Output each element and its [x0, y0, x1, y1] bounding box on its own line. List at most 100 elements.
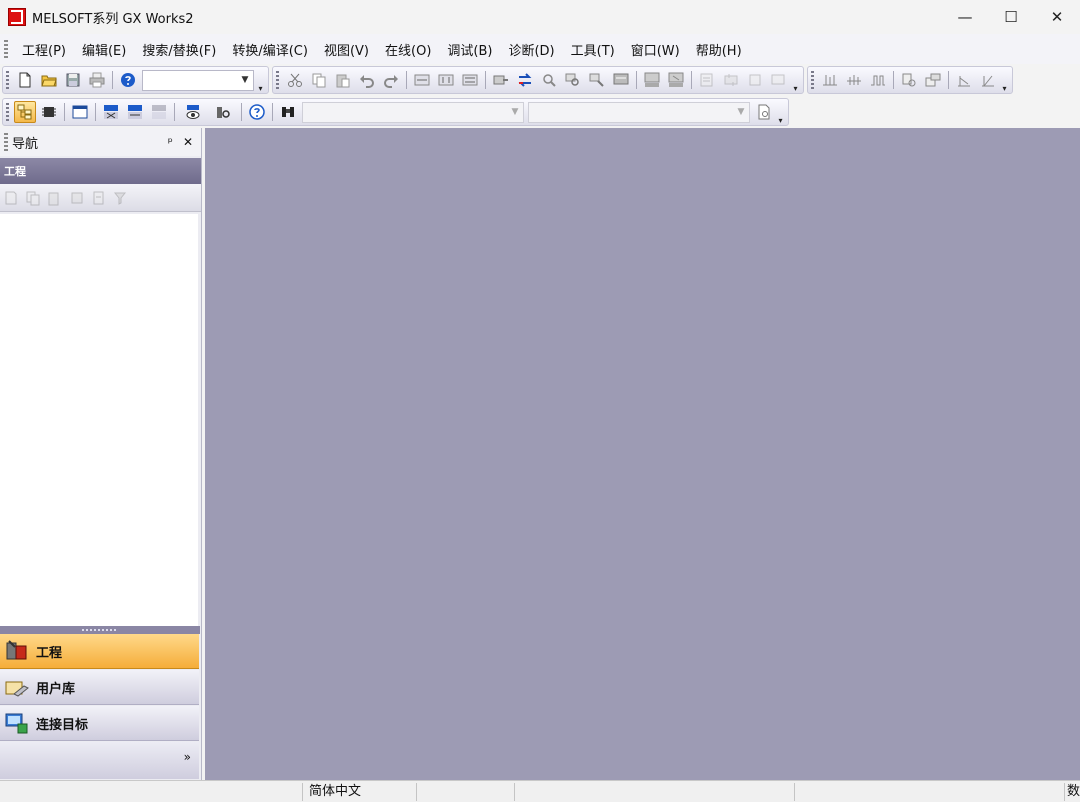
toolbar-overflow-button[interactable]: ▾: [1000, 67, 1009, 93]
comment-3-button[interactable]: [744, 69, 766, 91]
menu-find-replace[interactable]: 搜索/替换(F): [134, 40, 224, 59]
ladder-tool-2-button[interactable]: [435, 69, 457, 91]
watch-button[interactable]: [179, 101, 207, 123]
function-selector[interactable]: ▼: [528, 101, 750, 123]
dev-write-button[interactable]: [100, 101, 122, 123]
ladder-edit-2-button[interactable]: [977, 69, 999, 91]
ladder-edit-1-button[interactable]: [953, 69, 975, 91]
expand-chevron-icon[interactable]: »: [184, 750, 191, 764]
module-button[interactable]: [38, 101, 60, 123]
comment-1-button[interactable]: [696, 69, 718, 91]
connection-target-icon: [5, 713, 28, 734]
ladder-replace-button[interactable]: [922, 69, 944, 91]
watch-eye-icon: [186, 105, 200, 119]
search-device-icon: [543, 74, 556, 87]
toolbar-grip[interactable]: [276, 71, 279, 89]
cut-button[interactable]: [284, 69, 306, 91]
maximize-button[interactable]: ☐: [988, 0, 1034, 34]
undo-button[interactable]: [356, 69, 378, 91]
project-tree[interactable]: [0, 214, 198, 626]
browse-button[interactable]: [753, 101, 775, 123]
menu-tools[interactable]: 工具(T): [563, 40, 623, 59]
paste-button[interactable]: [332, 69, 354, 91]
menu-grip[interactable]: [4, 40, 8, 58]
mdi-workspace[interactable]: [205, 128, 1080, 780]
menu-compile[interactable]: 转换/编译(C): [224, 40, 316, 59]
nav-copy-icon[interactable]: [25, 190, 41, 206]
program-selector[interactable]: ▼: [302, 101, 524, 123]
menu-window[interactable]: 窗口(W): [623, 40, 688, 59]
swap-arrows-icon: [518, 73, 532, 87]
nav-duplicate-icon[interactable]: [69, 190, 85, 206]
toolbar-overflow-button[interactable]: ▾: [791, 67, 800, 93]
device-search-button[interactable]: [209, 101, 237, 123]
search-4-button[interactable]: [610, 69, 632, 91]
undo-icon: [360, 75, 374, 88]
nav-grip[interactable]: [4, 133, 8, 151]
new-button[interactable]: [14, 69, 36, 91]
transfer-1-button[interactable]: [490, 69, 512, 91]
nav-filter-icon[interactable]: [113, 190, 129, 206]
dev-monitor-button[interactable]: [148, 101, 170, 123]
help-button[interactable]: [117, 69, 139, 91]
menu-debug[interactable]: 调试(B): [439, 40, 500, 59]
nav-tab-overflow[interactable]: »: [0, 742, 199, 779]
nav-paste-icon[interactable]: [47, 190, 63, 206]
nav-tab-label: 连接目标: [36, 717, 89, 733]
toolbar-combo[interactable]: ▼: [142, 69, 254, 91]
menu-view[interactable]: 视图(V): [316, 40, 377, 59]
find-button[interactable]: [277, 101, 299, 123]
window-button[interactable]: [69, 101, 91, 123]
toolbar-grip[interactable]: [6, 71, 9, 89]
toolbar-grip[interactable]: [6, 103, 9, 121]
comment-4-button[interactable]: [768, 69, 790, 91]
combo-dropdown-icon[interactable]: ▼: [507, 103, 523, 122]
pin-icon[interactable]: ᵖ: [168, 135, 173, 149]
ladder-pulse-button[interactable]: [867, 69, 889, 91]
nav-close-icon[interactable]: ✕: [183, 135, 193, 149]
open-button[interactable]: [38, 69, 60, 91]
copy-button[interactable]: [308, 69, 330, 91]
nav-property-icon[interactable]: [91, 190, 107, 206]
status-num-lock: 数: [1064, 783, 1080, 801]
close-button[interactable]: ✕: [1034, 0, 1080, 34]
search-3-button[interactable]: [586, 69, 608, 91]
toolbar-grip[interactable]: [811, 71, 814, 89]
nav-tab-user-library[interactable]: 用户库: [0, 670, 199, 705]
menu-project[interactable]: 工程(P): [14, 40, 74, 59]
ladder-tool-1-button[interactable]: [411, 69, 433, 91]
menu-edit[interactable]: 编辑(E): [74, 40, 134, 59]
nav-splitter[interactable]: [0, 626, 200, 634]
combo-dropdown-icon[interactable]: ▼: [733, 103, 749, 122]
dev-2-button[interactable]: [665, 69, 687, 91]
combo-dropdown-icon[interactable]: ▼: [237, 71, 253, 90]
ladder-contact-icon: [823, 75, 837, 86]
help-icon: [121, 73, 135, 87]
window-title: MELSOFT系列 GX Works2: [32, 11, 194, 27]
dev-1-button[interactable]: [641, 69, 663, 91]
project-tree-button[interactable]: [14, 101, 36, 123]
transfer-2-button[interactable]: [514, 69, 536, 91]
comment-2-button[interactable]: [720, 69, 742, 91]
toolbar-overflow-button[interactable]: ▾: [256, 67, 265, 93]
new-data-icon[interactable]: [3, 190, 19, 206]
save-button[interactable]: [62, 69, 84, 91]
ladder-find-button[interactable]: [898, 69, 920, 91]
nav-tab-connection[interactable]: 连接目标: [0, 706, 199, 741]
ladder-tool-3-button[interactable]: [459, 69, 481, 91]
minimize-button[interactable]: —: [942, 0, 988, 34]
ladder-contact-button[interactable]: [819, 69, 841, 91]
search-2-button[interactable]: [562, 69, 584, 91]
print-button[interactable]: [86, 69, 108, 91]
menu-help[interactable]: 帮助(H): [688, 40, 750, 59]
context-help-button[interactable]: [246, 101, 268, 123]
search-1-button[interactable]: [538, 69, 560, 91]
status-language: 简体中文: [302, 783, 416, 801]
dev-read-button[interactable]: [124, 101, 146, 123]
menu-diagnostics[interactable]: 诊断(D): [500, 40, 562, 59]
nav-tab-project[interactable]: 工程: [0, 634, 199, 669]
redo-button[interactable]: [380, 69, 402, 91]
toolbar-overflow-button[interactable]: ▾: [776, 99, 785, 125]
ladder-branch-button[interactable]: [843, 69, 865, 91]
menu-online[interactable]: 在线(O): [377, 40, 439, 59]
